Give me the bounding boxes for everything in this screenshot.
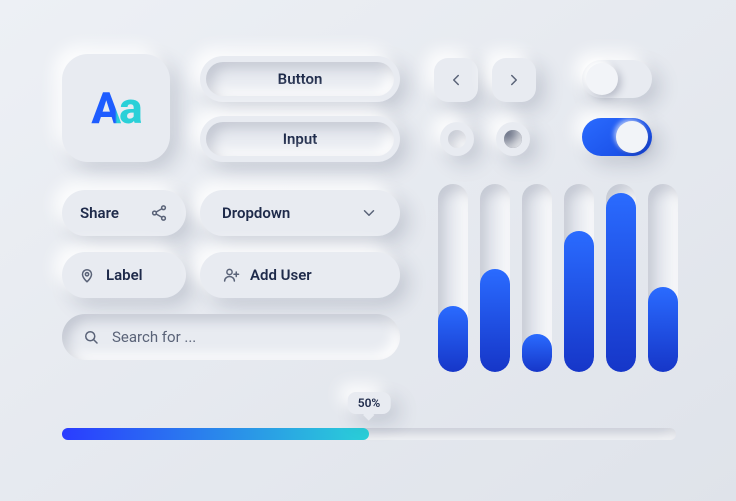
chevron-down-icon xyxy=(360,204,378,222)
input-label: Input xyxy=(283,130,318,148)
button-demo[interactable]: Button xyxy=(200,56,400,102)
progress-slider[interactable]: 50% xyxy=(62,428,676,440)
input-demo[interactable]: Input xyxy=(200,116,400,162)
button-label: Button xyxy=(278,70,323,88)
bar-chart xyxy=(438,184,678,372)
bar-track xyxy=(648,184,678,372)
label-text: Label xyxy=(106,266,143,284)
bar-fill xyxy=(438,306,468,372)
nav-prev-button[interactable] xyxy=(434,58,478,102)
progress-fill xyxy=(62,428,369,440)
bar-fill xyxy=(648,287,678,372)
search-icon xyxy=(82,328,100,346)
bar-track xyxy=(480,184,510,372)
add-user-icon xyxy=(222,266,240,284)
bar-track xyxy=(438,184,468,372)
bar-track xyxy=(606,184,636,372)
bar-track xyxy=(522,184,552,372)
share-label: Share xyxy=(80,204,119,222)
toggle-knob xyxy=(616,121,648,153)
search-placeholder: Search for ... xyxy=(112,328,196,346)
share-icon xyxy=(150,204,168,222)
radio-ring xyxy=(448,130,466,148)
pin-icon xyxy=(78,266,96,284)
bar-fill xyxy=(564,231,594,372)
toggle-off[interactable] xyxy=(582,60,652,98)
dropdown-label: Dropdown xyxy=(222,204,290,222)
dropdown-button[interactable]: Dropdown xyxy=(200,190,400,236)
add-user-label: Add User xyxy=(250,266,312,284)
progress-tooltip: 50% xyxy=(348,392,391,414)
chevron-right-icon xyxy=(505,71,523,89)
nav-next-button[interactable] xyxy=(492,58,536,102)
bar-fill xyxy=(522,334,552,372)
bar-fill xyxy=(606,193,636,372)
toggle-on[interactable] xyxy=(582,118,652,156)
chevron-left-icon xyxy=(447,71,465,89)
radio-ring xyxy=(504,130,522,148)
search-input[interactable]: Search for ... xyxy=(62,314,400,360)
toggle-knob xyxy=(586,63,618,95)
radio-option-b[interactable] xyxy=(496,122,530,156)
typography-sample-card: Aa xyxy=(62,54,170,162)
typography-sample: Aa xyxy=(91,82,140,134)
bar-fill xyxy=(480,269,510,372)
bar-track xyxy=(564,184,594,372)
radio-option-a[interactable] xyxy=(440,122,474,156)
add-user-button[interactable]: Add User xyxy=(200,252,400,298)
label-button[interactable]: Label xyxy=(62,252,186,298)
share-button[interactable]: Share xyxy=(62,190,186,236)
